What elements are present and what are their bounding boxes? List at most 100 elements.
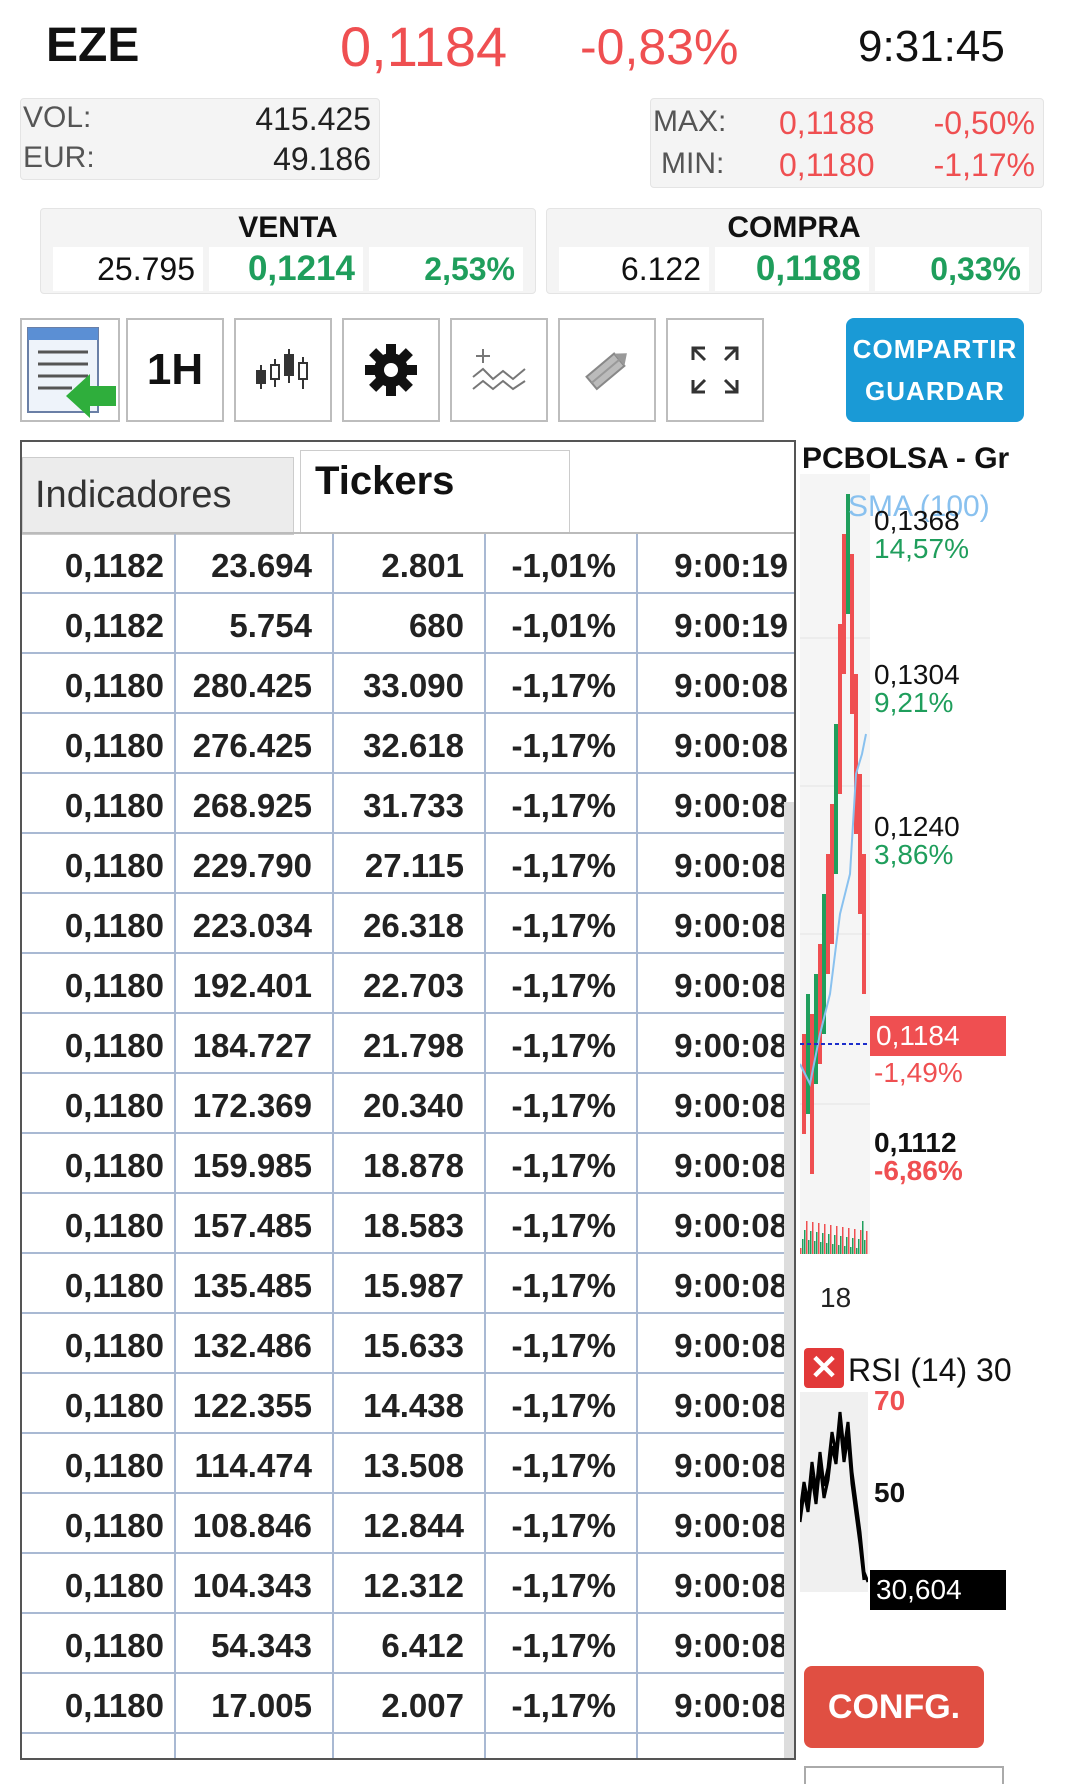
cell-eur: 26.318 (363, 907, 464, 944)
table-row[interactable]: 0,1180 122.355 14.438 -1,17% 9:00:08 (22, 1374, 794, 1434)
save-label: GUARDAR (865, 376, 1005, 406)
cell-time: 9:00:08 (674, 1627, 788, 1664)
table-row[interactable]: 0,1180 280.425 33.090 -1,17% 9:00:08 (22, 654, 794, 714)
table-row[interactable]: 0,1180 114.474 13.508 -1,17% 9:00:08 (22, 1434, 794, 1494)
cell-price: 0,1180 (64, 1027, 164, 1064)
cell-price: 0,1180 (64, 1627, 164, 1664)
config-button[interactable]: CONFG. (804, 1666, 984, 1748)
cell-eur: 14.438 (363, 1387, 464, 1424)
chart-timeframe-select[interactable]: 1D (804, 1766, 1004, 1784)
cell-time: 9:00:08 (674, 1567, 788, 1604)
cell-pct: -1,17% (511, 1387, 616, 1424)
table-row[interactable]: 0,1180 108.846 12.844 -1,17% 9:00:08 (22, 1494, 794, 1554)
volume-bar (840, 1236, 842, 1254)
candle (838, 624, 842, 794)
table-row[interactable]: 0,1180 184.727 21.798 -1,17% 9:00:08 (22, 1014, 794, 1074)
cell-time: 9:00:08 (674, 1147, 788, 1184)
change-percent: -0,83% (580, 19, 739, 75)
share-label: COMPARTIR (852, 334, 1018, 364)
timeframe-button[interactable]: 1H (126, 318, 224, 422)
vol-value: 415.425 (255, 101, 371, 137)
candle (810, 1014, 814, 1174)
max-label: MAX: (653, 105, 727, 138)
min-label: MIN: (661, 147, 725, 180)
volume-bar (806, 1221, 808, 1254)
level-price: 0,1240 (874, 811, 960, 842)
volume-bar (848, 1228, 850, 1254)
tickers-table[interactable]: 0,1182 23.694 2.801 -1,01% 9:00:19 0,1182 5.75… (22, 534, 794, 1734)
table-row[interactable]: 0,1180 54.343 6.412 -1,17% 9:00:08 (22, 1614, 794, 1674)
chart-type-button[interactable] (234, 318, 332, 422)
fullscreen-icon (691, 346, 739, 394)
volume-bar (808, 1240, 810, 1254)
close-icon[interactable]: ✕ (804, 1348, 844, 1388)
table-row[interactable]: 0,1180 159.985 18.878 -1,17% 9:00:08 (22, 1134, 794, 1194)
candle (806, 994, 810, 1114)
cell-time: 9:00:19 (674, 607, 788, 644)
table-row[interactable]: 0,1180 172.369 20.340 -1,17% 9:00:08 (22, 1074, 794, 1134)
tickers-panel: Indicadores Tickers 0,1182 23.694 2.801 -1,… (20, 440, 796, 1760)
cell-pct: -1,01% (511, 547, 616, 584)
cell-vol: 114.474 (194, 1447, 312, 1484)
gear-icon (365, 344, 417, 396)
cell-pct: -1,17% (511, 847, 616, 884)
cell-pct: -1,17% (511, 1567, 616, 1604)
buy-box[interactable]: COMPRA 6.122 0,1188 0,33% (546, 208, 1042, 294)
quote-time: 9:31:45 (858, 22, 1005, 71)
table-row[interactable]: 0,1182 5.754 680 -1,01% 9:00:19 (22, 594, 794, 654)
table-row[interactable]: 0,1180 229.790 27.115 -1,17% 9:00:08 (22, 834, 794, 894)
table-row[interactable]: 0,1180 223.034 26.318 -1,17% 9:00:08 (22, 894, 794, 954)
add-indicator-icon (472, 349, 526, 391)
cell-time: 9:00:08 (674, 1087, 788, 1124)
cell-eur: 12.312 (363, 1567, 464, 1604)
buy-title: COMPRA (727, 211, 861, 244)
fullscreen-button[interactable] (666, 318, 764, 422)
table-row[interactable]: 0,1182 23.694 2.801 -1,01% 9:00:19 (22, 534, 794, 594)
table-row[interactable]: 0,1180 17.005 2.007 -1,17% 9:00:08 (22, 1674, 794, 1734)
volume-bar (860, 1230, 862, 1254)
draw-button[interactable] (558, 318, 656, 422)
cell-pct: -1,17% (511, 1147, 616, 1184)
cell-vol: 54.343 (211, 1627, 312, 1664)
cell-eur: 6.412 (381, 1627, 464, 1664)
level-percent: 9,21% (874, 687, 954, 718)
volume-bar (836, 1226, 838, 1254)
candle (862, 854, 866, 994)
cell-time: 9:00:08 (674, 1327, 788, 1364)
cell-eur: 20.340 (363, 1087, 464, 1124)
volume-bar (826, 1243, 828, 1254)
settings-button[interactable] (342, 318, 440, 422)
volume-bar (842, 1227, 844, 1254)
tab-indicators[interactable]: Indicadores (22, 457, 294, 535)
sell-box[interactable]: VENTA 25.795 0,1214 2,53% (40, 208, 536, 294)
candlestick-icon (256, 349, 308, 389)
cell-vol: 229.790 (192, 847, 312, 884)
table-row[interactable]: 0,1180 276.425 32.618 -1,17% 9:00:08 (22, 714, 794, 774)
add-indicator-button[interactable] (450, 318, 548, 422)
cell-time: 9:00:08 (674, 1267, 788, 1304)
table-row[interactable]: 0,1180 192.401 22.703 -1,17% 9:00:08 (22, 954, 794, 1014)
min-value: 0,1180 (779, 147, 875, 183)
candle (842, 534, 846, 674)
export-button[interactable] (20, 318, 120, 422)
volume-bar (862, 1221, 864, 1254)
volume-bar (832, 1244, 834, 1254)
volume-bar (844, 1246, 846, 1254)
cell-eur: 13.508 (363, 1447, 464, 1484)
sell-price: 0,1214 (209, 247, 363, 291)
cell-pct: -1,17% (511, 1447, 616, 1484)
table-row[interactable]: 0,1180 104.343 12.312 -1,17% 9:00:08 (22, 1554, 794, 1614)
table-row[interactable]: 0,1180 132.486 15.633 -1,17% 9:00:08 (22, 1314, 794, 1374)
rsi-50: 50 (874, 1477, 906, 1508)
tab-tickers[interactable]: Tickers (300, 450, 570, 532)
mini-chart[interactable]: PCBOLSA - Gr SMA (100) 0,1368 14,57% 0,1… (796, 434, 1080, 1784)
cell-price: 0,1182 (64, 607, 164, 644)
cell-time: 9:00:19 (674, 547, 788, 584)
table-row[interactable]: 0,1180 135.485 15.987 -1,17% 9:00:08 (22, 1254, 794, 1314)
share-save-button[interactable]: COMPARTIR GUARDAR (846, 318, 1024, 422)
timeframe-label: 1H (146, 345, 204, 394)
scrollbar[interactable] (784, 802, 794, 1758)
table-row[interactable]: 0,1180 268.925 31.733 -1,17% 9:00:08 (22, 774, 794, 834)
table-row[interactable]: 0,1180 157.485 18.583 -1,17% 9:00:08 (22, 1194, 794, 1254)
quote-header: EZE 0,1184 -0,83% 9:31:45 (0, 0, 1080, 92)
